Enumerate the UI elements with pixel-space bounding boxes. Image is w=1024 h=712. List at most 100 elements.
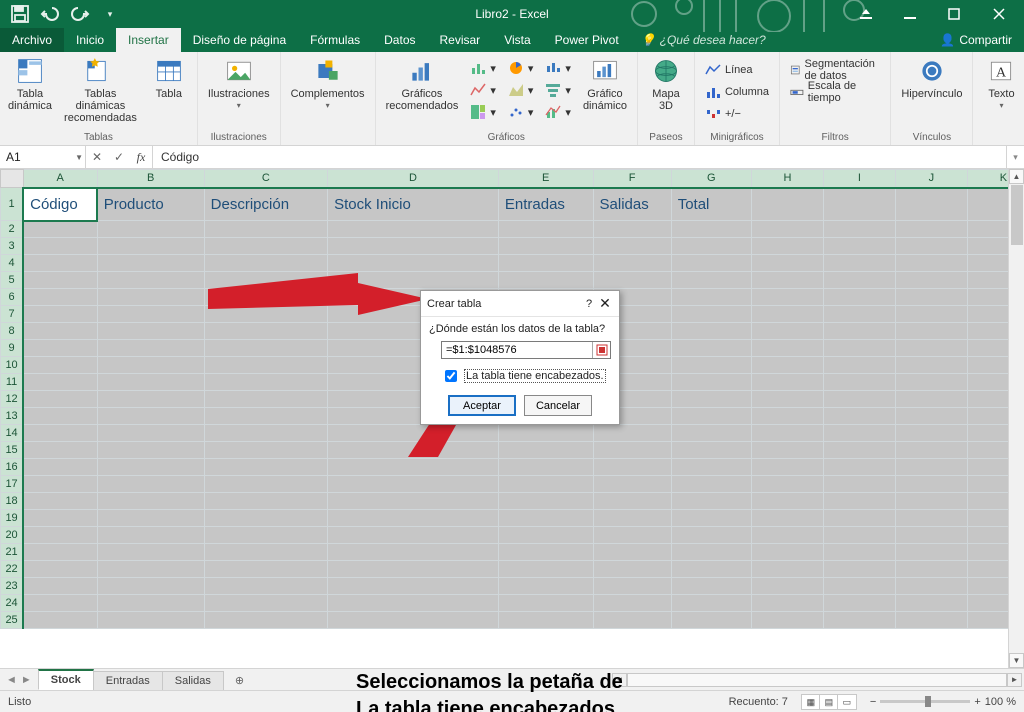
cell[interactable] [671, 374, 751, 391]
cell[interactable] [204, 459, 327, 476]
cell[interactable] [23, 323, 97, 340]
col-header[interactable]: C [204, 170, 327, 188]
chart-line-button[interactable]: ▾ [466, 80, 500, 100]
row-header[interactable]: 1 [1, 188, 24, 221]
sparkline-column-button[interactable]: Columna [701, 82, 773, 102]
cell[interactable] [895, 544, 967, 561]
cell[interactable] [97, 374, 204, 391]
cell[interactable] [823, 323, 895, 340]
cell[interactable] [671, 323, 751, 340]
col-header[interactable]: B [97, 170, 204, 188]
cell[interactable] [498, 221, 593, 238]
cell[interactable] [823, 459, 895, 476]
cell[interactable] [204, 425, 327, 442]
formula-expand-icon[interactable]: ▾ [1006, 146, 1024, 168]
cell[interactable] [895, 425, 967, 442]
cell[interactable] [97, 595, 204, 612]
formula-input[interactable]: Código [153, 146, 1006, 168]
sheet-nav-prev-icon[interactable]: ◄ [6, 674, 17, 686]
cell[interactable] [751, 578, 823, 595]
cell[interactable] [593, 425, 671, 442]
row-header[interactable]: 3 [1, 238, 24, 255]
cell[interactable] [751, 391, 823, 408]
recommended-pivot-button[interactable]: Tablas dinámicas recomendadas [58, 54, 143, 126]
row-header[interactable]: 21 [1, 544, 24, 561]
row-header[interactable]: 12 [1, 391, 24, 408]
cell[interactable] [498, 459, 593, 476]
cell[interactable] [895, 595, 967, 612]
cell[interactable] [498, 595, 593, 612]
cell[interactable] [97, 289, 204, 306]
cell[interactable] [751, 272, 823, 289]
col-header[interactable]: A [23, 170, 97, 188]
tab-file[interactable]: Archivo [0, 28, 64, 52]
dialog-headers-checkbox[interactable] [445, 370, 457, 382]
view-buttons[interactable]: ▦▤▭ [802, 694, 856, 710]
sheet-tab-stock[interactable]: Stock [38, 669, 94, 690]
cell[interactable] [23, 578, 97, 595]
cell[interactable] [593, 442, 671, 459]
row-header[interactable]: 16 [1, 459, 24, 476]
chart-pie-button[interactable]: ▾ [504, 58, 538, 78]
cell[interactable] [23, 425, 97, 442]
cell[interactable] [823, 357, 895, 374]
row-header[interactable]: 7 [1, 306, 24, 323]
cell[interactable] [751, 238, 823, 255]
cell[interactable] [671, 442, 751, 459]
cell[interactable] [895, 612, 967, 629]
cell[interactable] [97, 255, 204, 272]
sheet-tab-entradas[interactable]: Entradas [93, 671, 163, 690]
cell[interactable] [823, 425, 895, 442]
cell[interactable] [23, 272, 97, 289]
cell[interactable] [204, 510, 327, 527]
cell[interactable] [328, 442, 499, 459]
cell[interactable] [751, 221, 823, 238]
hyperlink-button[interactable]: Hipervínculo [897, 54, 966, 102]
cell[interactable] [671, 391, 751, 408]
tab-vista[interactable]: Vista [492, 28, 542, 52]
cell[interactable] [204, 595, 327, 612]
row-header[interactable]: 17 [1, 476, 24, 493]
cell[interactable]: Salidas [593, 188, 671, 221]
cell[interactable] [895, 306, 967, 323]
cell[interactable] [751, 357, 823, 374]
cell[interactable] [498, 527, 593, 544]
tell-me[interactable]: 💡¿Qué desea hacer? [641, 28, 766, 52]
cell[interactable] [751, 408, 823, 425]
cell[interactable] [751, 188, 823, 221]
cell[interactable] [328, 561, 499, 578]
cell[interactable] [751, 340, 823, 357]
ribbon-options-icon[interactable] [844, 0, 888, 28]
cell[interactable] [895, 374, 967, 391]
cell[interactable] [328, 578, 499, 595]
cell[interactable] [823, 238, 895, 255]
cell[interactable] [823, 544, 895, 561]
cell[interactable] [823, 221, 895, 238]
row-header[interactable]: 22 [1, 561, 24, 578]
cell[interactable]: Descripción [204, 188, 327, 221]
cell[interactable] [671, 255, 751, 272]
cell[interactable] [328, 476, 499, 493]
cell[interactable] [593, 527, 671, 544]
cell[interactable] [204, 357, 327, 374]
cell[interactable] [895, 561, 967, 578]
cell[interactable] [97, 527, 204, 544]
cell[interactable] [328, 238, 499, 255]
cell[interactable] [823, 289, 895, 306]
cell[interactable] [97, 561, 204, 578]
col-header[interactable]: I [823, 170, 895, 188]
cell[interactable] [97, 221, 204, 238]
cell[interactable] [671, 221, 751, 238]
cell[interactable] [23, 459, 97, 476]
cell[interactable] [593, 221, 671, 238]
cell[interactable] [328, 255, 499, 272]
cell[interactable] [204, 544, 327, 561]
cell[interactable] [498, 561, 593, 578]
cell[interactable] [671, 408, 751, 425]
cell[interactable]: Producto [97, 188, 204, 221]
cell[interactable] [97, 323, 204, 340]
col-header[interactable]: J [895, 170, 967, 188]
save-icon[interactable] [8, 2, 32, 26]
slicer-button[interactable]: Segmentación de datos [786, 60, 884, 80]
cell[interactable] [498, 612, 593, 629]
